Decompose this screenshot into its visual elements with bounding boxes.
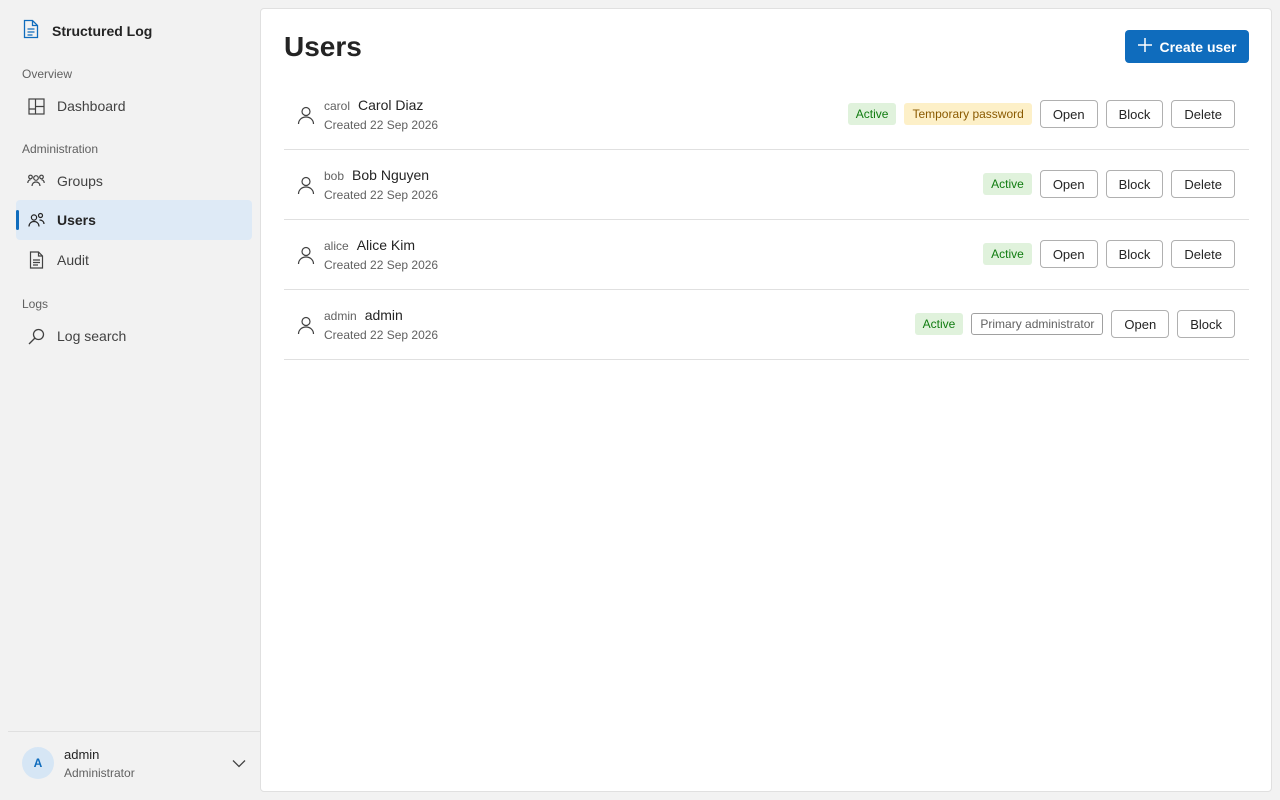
open-button[interactable]: Open [1039,240,1098,268]
sidebar-item-label: Log search [57,328,127,344]
row-actions: Active Temporary password Open Block Del… [847,100,1235,128]
main-panel: Users Create user carol Carol Diaz Creat… [260,8,1272,792]
sidebar-item-log-search[interactable]: Log search [16,316,252,356]
sidebar-item-label: Groups [57,173,103,189]
create-user-label: Create user [1159,38,1237,55]
row-actions: Active Open Block Delete [983,170,1235,198]
status-badge: Active [847,103,897,125]
list-item: bob Bob Nguyen Created 22 Sep 2026 Activ… [284,150,1249,220]
primary-administrator-badge: Primary administrator [971,313,1104,335]
open-button[interactable]: Open [1039,100,1098,128]
user-names: carol Carol Diaz [324,97,423,113]
person-icon [296,175,316,195]
status-badge: Active [914,313,964,335]
search-icon [27,327,45,345]
list-item: carol Carol Diaz Created 22 Sep 2026 Act… [284,80,1249,150]
sidebar-item-label: Dashboard [57,98,126,114]
app-title: Structured Log [52,23,153,39]
person-icon [296,105,316,125]
section-label-overview: Overview [22,67,73,81]
status-badge: Active [983,173,1032,195]
open-button[interactable]: Open [1039,170,1098,198]
username: bob [324,169,345,183]
username: carol [324,99,351,113]
document-text-icon [27,251,45,269]
list-item: alice Alice Kim Created 22 Sep 2026 Acti… [284,220,1249,290]
people-group-icon [27,172,45,190]
sidebar: Structured Log Overview Dashboard Admini… [0,0,260,800]
delete-button[interactable]: Delete [1171,170,1235,198]
section-label-administration: Administration [22,142,99,156]
brand: Structured Log [22,19,153,44]
created-date: Created 22 Sep 2026 [324,258,439,272]
open-button[interactable]: Open [1111,310,1170,338]
account-menu[interactable]: A admin Administrator [8,731,260,800]
full-name: admin [364,307,403,323]
avatar: A [22,747,54,779]
people-icon [27,211,45,229]
block-button[interactable]: Block [1105,170,1164,198]
user-list: carol Carol Diaz Created 22 Sep 2026 Act… [284,80,1249,360]
sidebar-item-users[interactable]: Users [16,200,252,240]
page-title: Users [284,31,362,62]
block-button[interactable]: Block [1105,100,1164,128]
full-name: Alice Kim [356,237,416,253]
full-name: Carol Diaz [358,97,424,113]
username: admin [324,309,357,323]
account-user-name: admin [64,747,100,762]
created-date: Created 22 Sep 2026 [324,118,439,132]
list-item: admin admin Created 22 Sep 2026 Active P… [284,290,1249,360]
sidebar-item-dashboard[interactable]: Dashboard [16,86,252,126]
dashboard-icon [27,97,45,115]
created-date: Created 22 Sep 2026 [324,188,439,202]
sidebar-item-label: Users [57,212,96,228]
person-icon [296,245,316,265]
document-icon [22,19,40,44]
full-name: Bob Nguyen [352,167,430,183]
chevron-down-icon[interactable] [230,754,248,772]
row-actions: Active Open Block Delete [983,240,1235,268]
row-actions: Active Primary administrator Open Block [914,310,1235,338]
block-button[interactable]: Block [1105,240,1164,268]
user-names: admin admin [324,307,403,323]
block-button[interactable]: Block [1177,310,1235,338]
delete-button[interactable]: Delete [1171,240,1235,268]
delete-button[interactable]: Delete [1171,100,1235,128]
plus-icon [1137,37,1153,56]
user-names: alice Alice Kim [324,237,415,253]
sidebar-item-label: Audit [57,252,89,268]
created-date: Created 22 Sep 2026 [324,328,439,342]
section-label-logs: Logs [22,297,49,311]
account-user-role: Administrator [64,766,135,780]
username: alice [324,239,349,253]
create-user-button[interactable]: Create user [1125,30,1249,63]
sidebar-item-groups[interactable]: Groups [16,161,252,201]
temporary-password-badge: Temporary password [904,103,1032,125]
sidebar-item-audit[interactable]: Audit [16,240,252,280]
user-names: bob Bob Nguyen [324,167,429,183]
person-icon [296,315,316,335]
status-badge: Active [983,243,1032,265]
